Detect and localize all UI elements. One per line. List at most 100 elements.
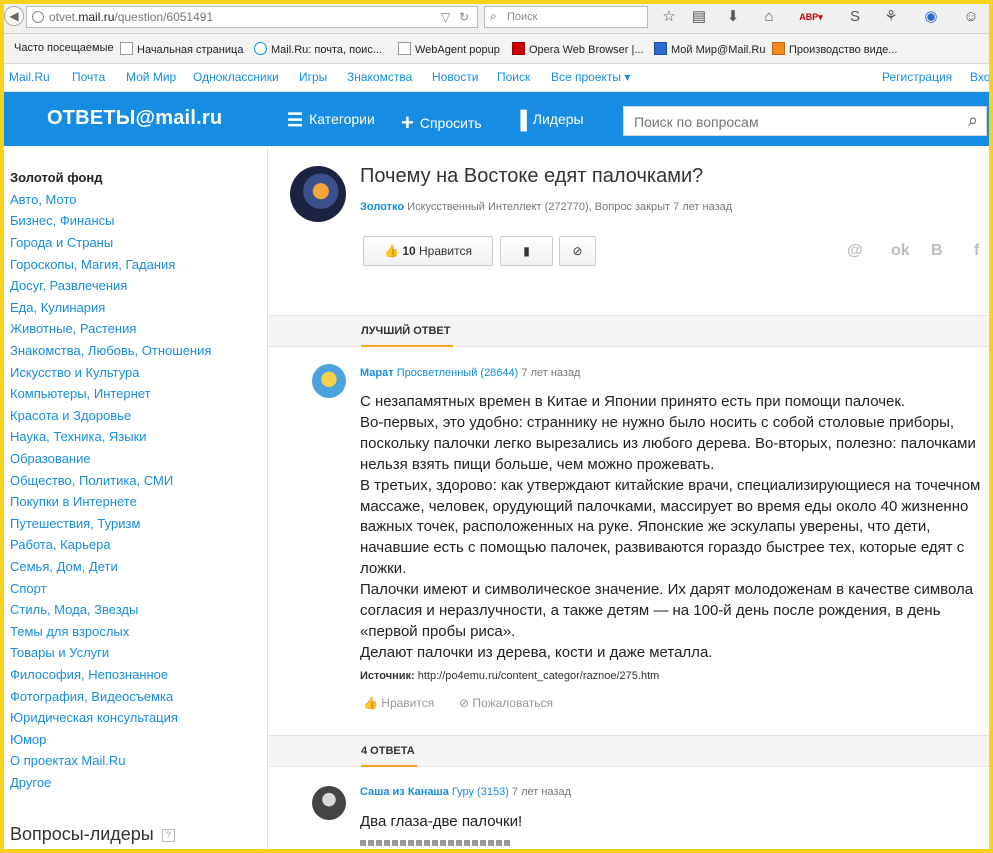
sidebar-item[interactable]: Досуг, Развлечения xyxy=(10,278,127,293)
sidebar-item[interactable]: Искусство и Культура xyxy=(10,365,140,380)
portal-link-all-projects[interactable]: Все проекты ▾ xyxy=(551,70,630,84)
sidebar-item[interactable]: Общество, Политика, СМИ xyxy=(10,473,173,488)
sidebar-item[interactable]: Товары и Услуги xyxy=(10,645,109,660)
dropdown-arrow-icon[interactable]: ▽ xyxy=(441,10,450,24)
answer-report-action[interactable]: ⊘ Пожаловаться xyxy=(459,696,553,710)
sidebar-item[interactable]: Семья, Дом, Дети xyxy=(10,559,118,574)
answer-source: Источник: http://po4emu.ru/content_categ… xyxy=(360,670,660,682)
site-logo[interactable]: ОТВЕТЫ@mail.ru xyxy=(47,107,222,130)
login-link[interactable]: Вхо xyxy=(970,70,990,84)
star-icon[interactable]: ☆ xyxy=(658,6,680,28)
bookmark-item[interactable]: Opera Web Browser |... xyxy=(512,42,644,56)
sidebar-item[interactable]: Красота и Здоровье xyxy=(10,408,131,423)
portal-link-games[interactable]: Игры xyxy=(299,70,327,84)
list-icon: ☰ xyxy=(287,110,304,130)
portal-menu: Mail.Ru Почта Мой Мир Одноклассники Игры… xyxy=(0,64,993,92)
block-button[interactable]: ⊘ xyxy=(559,236,596,266)
home-icon[interactable]: ⌂ xyxy=(758,6,780,28)
portal-link-mailru[interactable]: Mail.Ru xyxy=(9,70,50,84)
sidebar-item[interactable]: Образование xyxy=(10,451,91,466)
search-icon[interactable]: ⌕ xyxy=(968,110,978,131)
sidebar-item[interactable]: Спорт xyxy=(10,581,47,596)
sidebar-item[interactable]: Стиль, Мода, Звезды xyxy=(10,602,138,617)
question-author-link[interactable]: Золотко xyxy=(360,201,404,213)
sidebar-item[interactable]: Другое xyxy=(10,775,51,790)
bookmark-item[interactable]: Начальная страница xyxy=(120,42,243,56)
portal-link-mail[interactable]: Почта xyxy=(72,70,105,84)
bookmarks-bar: Часто посещаемые Начальная страница Mail… xyxy=(0,34,993,64)
portal-link-news[interactable]: Новости xyxy=(432,70,478,84)
question-title: Почему на Востоке едят палочками? xyxy=(360,165,704,187)
best-answer-text: С незапамятных времен в Китае и Японии п… xyxy=(360,393,981,661)
answer-author-link[interactable]: Марат xyxy=(360,367,394,379)
portal-link-moimir[interactable]: Мой Мир xyxy=(126,70,176,84)
sidebar-item[interactable]: Компьютеры, Интернет xyxy=(10,386,151,401)
portal-link-ok[interactable]: Одноклассники xyxy=(193,70,279,84)
sidebar-item[interactable]: Фотография, Видеосъемка xyxy=(10,689,173,704)
bookmark-item[interactable]: WebAgent popup xyxy=(398,42,500,56)
answer2-author-link[interactable]: Саша из Канаша xyxy=(360,786,449,798)
sidebar-item[interactable]: Юмор xyxy=(10,732,46,747)
page-icon xyxy=(398,42,411,55)
bookmark-item[interactable]: Mail.Ru: почта, поис... xyxy=(254,42,382,56)
thumbs-up-icon: 👍 xyxy=(384,244,399,258)
download-icon[interactable]: ⬇ xyxy=(722,6,744,28)
portal-link-dating[interactable]: Знакомства xyxy=(347,70,412,84)
sidebar-item[interactable]: Животные, Растения xyxy=(10,321,136,336)
adblock-icon[interactable]: ABP▾ xyxy=(796,6,826,28)
clipboard-icon[interactable]: ▤ xyxy=(688,6,710,28)
answers-header: 4 ОТВЕТА xyxy=(269,735,993,767)
address-bar[interactable]: otvet.mail.ru/question/6051491 ▽ ↻ xyxy=(26,6,478,28)
s-extension-icon[interactable]: S xyxy=(844,6,866,28)
bookmark-item[interactable]: Часто посещаемые xyxy=(14,42,114,54)
register-link[interactable]: Регистрация xyxy=(882,70,952,84)
help-icon[interactable]: ? xyxy=(161,829,175,842)
reload-icon[interactable]: ↻ xyxy=(459,10,469,24)
browser-toolbar: ◀ otvet.mail.ru/question/6051491 ▽ ↻ ⌕ П… xyxy=(0,0,993,34)
bookmark-item[interactable]: Производство виде... xyxy=(772,42,897,56)
chat-icon[interactable]: ☺ xyxy=(960,6,982,28)
share-facebook-icon[interactable]: f xyxy=(974,242,979,260)
sidebar-item[interactable]: Авто, Мото xyxy=(10,192,77,207)
sidebar-item[interactable]: Гороскопы, Магия, Гадания xyxy=(10,257,175,272)
sidebar-item[interactable]: Темы для взрослых xyxy=(10,624,129,639)
share-vk-icon[interactable]: B xyxy=(931,242,943,260)
nav-categories[interactable]: ☰ Категории xyxy=(287,110,375,131)
sidebar-item[interactable]: Наука, Техника, Языки xyxy=(10,429,147,444)
sidebar-item-gold-fund[interactable]: Золотой фонд xyxy=(10,170,102,185)
question-search-input[interactable]: Поиск по вопросам ⌕ xyxy=(623,106,987,136)
nav-leaders[interactable]: ▐ Лидеры xyxy=(514,110,584,131)
answer-like-action[interactable]: 👍 Нравится xyxy=(363,696,434,710)
share-ok-icon[interactable]: ok xyxy=(891,242,910,260)
portal-link-search[interactable]: Поиск xyxy=(497,70,530,84)
back-icon[interactable]: ◀ xyxy=(4,6,24,26)
sidebar-item[interactable]: Знакомства, Любовь, Отношения xyxy=(10,343,211,358)
profile-icon[interactable]: ◉ xyxy=(920,6,942,28)
video-icon xyxy=(772,42,785,55)
share-extension-icon[interactable]: ⚘ xyxy=(880,6,902,28)
sidebar-item[interactable]: Еда, Кулинария xyxy=(10,300,105,315)
sidebar-item[interactable]: Путешествия, Туризм xyxy=(10,516,140,531)
sidebar-item[interactable]: Бизнес, Финансы xyxy=(10,213,114,228)
answer2-author-avatar[interactable] xyxy=(312,786,346,820)
nav-ask[interactable]: + Спросить xyxy=(401,110,482,136)
share-mail-icon[interactable]: @ xyxy=(847,242,863,260)
answer-author-avatar[interactable] xyxy=(312,364,346,398)
question-author-avatar[interactable] xyxy=(290,166,346,222)
sidebar-item[interactable]: Юридическая консультация xyxy=(10,710,178,725)
sidebar-item[interactable]: Философия, Непознанное xyxy=(10,667,168,682)
bookmark-button[interactable]: ▮ xyxy=(500,236,553,266)
sidebar-item[interactable]: Города и Страны xyxy=(10,235,113,250)
bookmark-item[interactable]: Мой Мир@Mail.Ru xyxy=(654,42,765,56)
like-button[interactable]: 👍 10 Нравится xyxy=(363,236,493,266)
answers-count-label: 4 ОТВЕТА xyxy=(361,745,415,757)
source-link[interactable]: http://po4emu.ru/content_categor/raznoe/… xyxy=(418,670,660,682)
report-icon: ⊘ xyxy=(459,696,470,710)
opera-icon xyxy=(512,42,525,55)
sidebar-item[interactable]: О проектах Mail.Ru xyxy=(10,753,126,768)
question-meta: Золотко Искусственный Интеллект (272770)… xyxy=(360,201,733,213)
browser-search-input[interactable]: ⌕ Поиск xyxy=(484,6,648,28)
globe-icon xyxy=(32,11,44,23)
sidebar-item[interactable]: Работа, Карьера xyxy=(10,537,111,552)
sidebar-item[interactable]: Покупки в Интернете xyxy=(10,494,137,509)
